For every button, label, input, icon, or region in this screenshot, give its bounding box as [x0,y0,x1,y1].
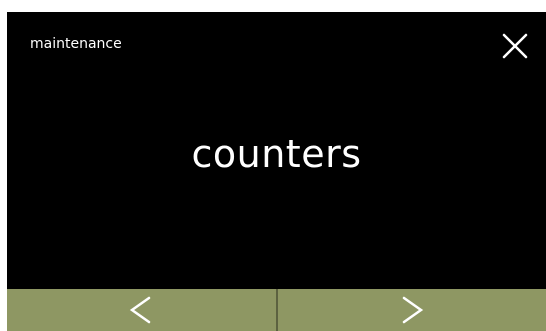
close-button[interactable] [499,30,531,62]
next-button[interactable] [277,289,546,331]
screen-title: maintenance [30,36,122,52]
close-icon [502,33,528,59]
chevron-left-icon [130,296,151,324]
maintenance-screen: maintenance counters [7,12,546,331]
navigation-bar [7,289,546,331]
chevron-right-icon [402,296,423,324]
previous-button[interactable] [7,289,276,331]
page-heading: counters [191,132,362,176]
